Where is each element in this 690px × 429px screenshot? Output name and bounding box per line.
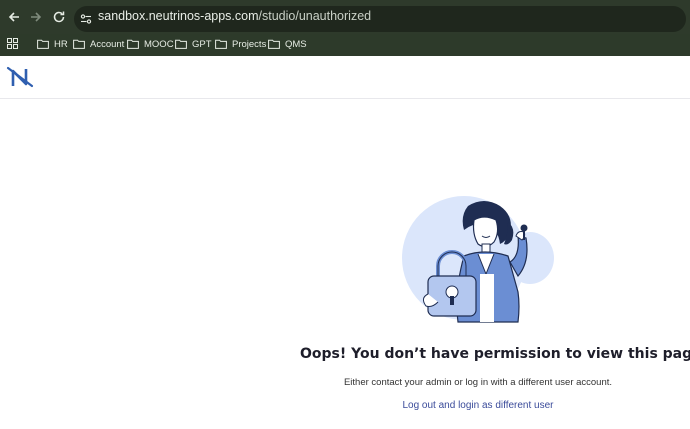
folder-icon <box>268 39 280 49</box>
page-title: Oops! You don’t have permission to view … <box>300 346 690 362</box>
page-description: Either contact your admin or log in with… <box>343 377 613 388</box>
bookmark-projects[interactable]: Projects <box>215 37 266 51</box>
neutrinos-logo[interactable] <box>6 65 34 89</box>
bookmark-qms[interactable]: QMS <box>268 37 307 51</box>
folder-icon <box>127 39 139 49</box>
folder-icon <box>73 39 85 49</box>
folder-icon <box>37 39 49 49</box>
bookmark-label: Projects <box>232 38 267 50</box>
url-host: sandbox.neutrinos-apps.com <box>98 9 259 23</box>
back-button[interactable] <box>6 9 22 25</box>
forward-button[interactable] <box>28 9 44 25</box>
bookmark-account[interactable]: Account <box>73 37 124 51</box>
bookmark-label: Account <box>90 38 125 50</box>
folder-icon <box>215 39 227 49</box>
arrow-right-icon <box>31 12 42 22</box>
browser-toolbar: sandbox.neutrinos-apps.com/studio/unauth… <box>0 0 690 34</box>
bookmark-label: GPT <box>192 38 212 50</box>
bookmark-hr[interactable]: HR <box>37 37 68 51</box>
apps-grid-icon[interactable] <box>7 38 18 49</box>
arrow-left-icon <box>8 12 19 22</box>
logout-login-link[interactable]: Log out and login as different user <box>300 400 656 411</box>
bookmark-mooc[interactable]: MOOC <box>127 37 174 51</box>
reload-icon <box>53 11 65 23</box>
tune-icon[interactable] <box>80 13 92 25</box>
app-header <box>0 56 690 99</box>
bookmark-label: MOOC <box>144 38 174 50</box>
bookmark-gpt[interactable]: GPT <box>175 37 212 51</box>
bookmark-label: HR <box>54 38 68 50</box>
reload-button[interactable] <box>51 9 67 25</box>
folder-icon <box>175 39 187 49</box>
url-path: /studio/unauthorized <box>258 9 372 23</box>
bookmark-label: QMS <box>285 38 307 50</box>
unauthorized-illustration <box>402 196 554 323</box>
url-text[interactable]: sandbox.neutrinos-apps.com/studio/unauth… <box>98 9 371 23</box>
